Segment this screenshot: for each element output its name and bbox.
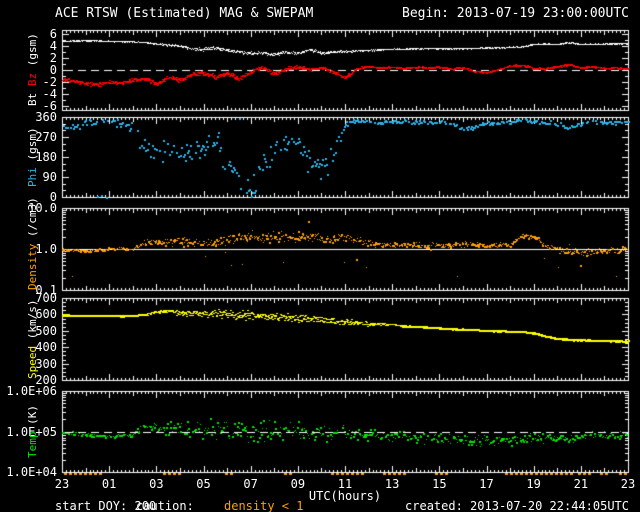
y-axis-title-part: Bz	[26, 73, 39, 94]
begin-timestamp: Begin: 2013-07-19 23:00:00UTC	[402, 6, 629, 21]
plot-canvas	[0, 0, 640, 512]
ace-rtsw-swepam-plot: ACE RTSW (Estimated) MAG & SWEPAM Begin:…	[0, 0, 640, 512]
footer-caution-value: density < 1	[224, 499, 304, 512]
x-tick-label: 17	[479, 477, 494, 491]
x-tick-label: 15	[432, 477, 447, 491]
x-tick-label: 13	[384, 477, 400, 491]
y-axis-title-part: Density	[26, 243, 39, 290]
x-tick-label: 21	[573, 477, 589, 491]
y-axis-title-part: (gsm)	[26, 127, 39, 167]
y-axis-title-temp: Temp (K)	[26, 391, 42, 472]
x-tick-label: 05	[196, 477, 211, 491]
x-tick-label: 07	[243, 477, 258, 491]
y-axis-title-part: Bt	[26, 93, 39, 107]
y-axis-title-part: Temp	[26, 431, 39, 459]
y-axis-title-density: Density (/cm3)	[26, 197, 42, 290]
y-axis-title-part: (/cm3)	[26, 197, 39, 244]
x-tick-label: 01	[101, 477, 117, 491]
x-tick-label: 23	[54, 477, 70, 491]
y-axis-title-part: (gsm)	[26, 33, 39, 74]
y-axis-title-phi: Phi (gsm)	[26, 117, 42, 197]
x-tick-label: 23	[620, 477, 636, 491]
y-axis-title-part: Phi	[26, 166, 39, 187]
y-axis-title-part: (K)	[26, 405, 39, 432]
y-axis-title-mag: Bt Bz (gsm)	[26, 30, 42, 110]
x-tick-label: 19	[526, 477, 541, 491]
x-tick-label: 11	[337, 477, 353, 491]
x-tick-label: 03	[149, 477, 164, 491]
footer-created-timestamp: created: 2013-07-20 22:44:05UTC	[405, 499, 629, 512]
x-tick-label: 09	[290, 477, 306, 491]
footer-caution-label: caution:	[136, 499, 194, 512]
plot-title: ACE RTSW (Estimated) MAG & SWEPAM	[55, 6, 314, 21]
y-axis-title-part: (km/s)	[26, 299, 39, 346]
y-axis-title-part: Speed	[26, 345, 39, 379]
y-axis-title-speed: Speed (km/s)	[26, 298, 42, 380]
